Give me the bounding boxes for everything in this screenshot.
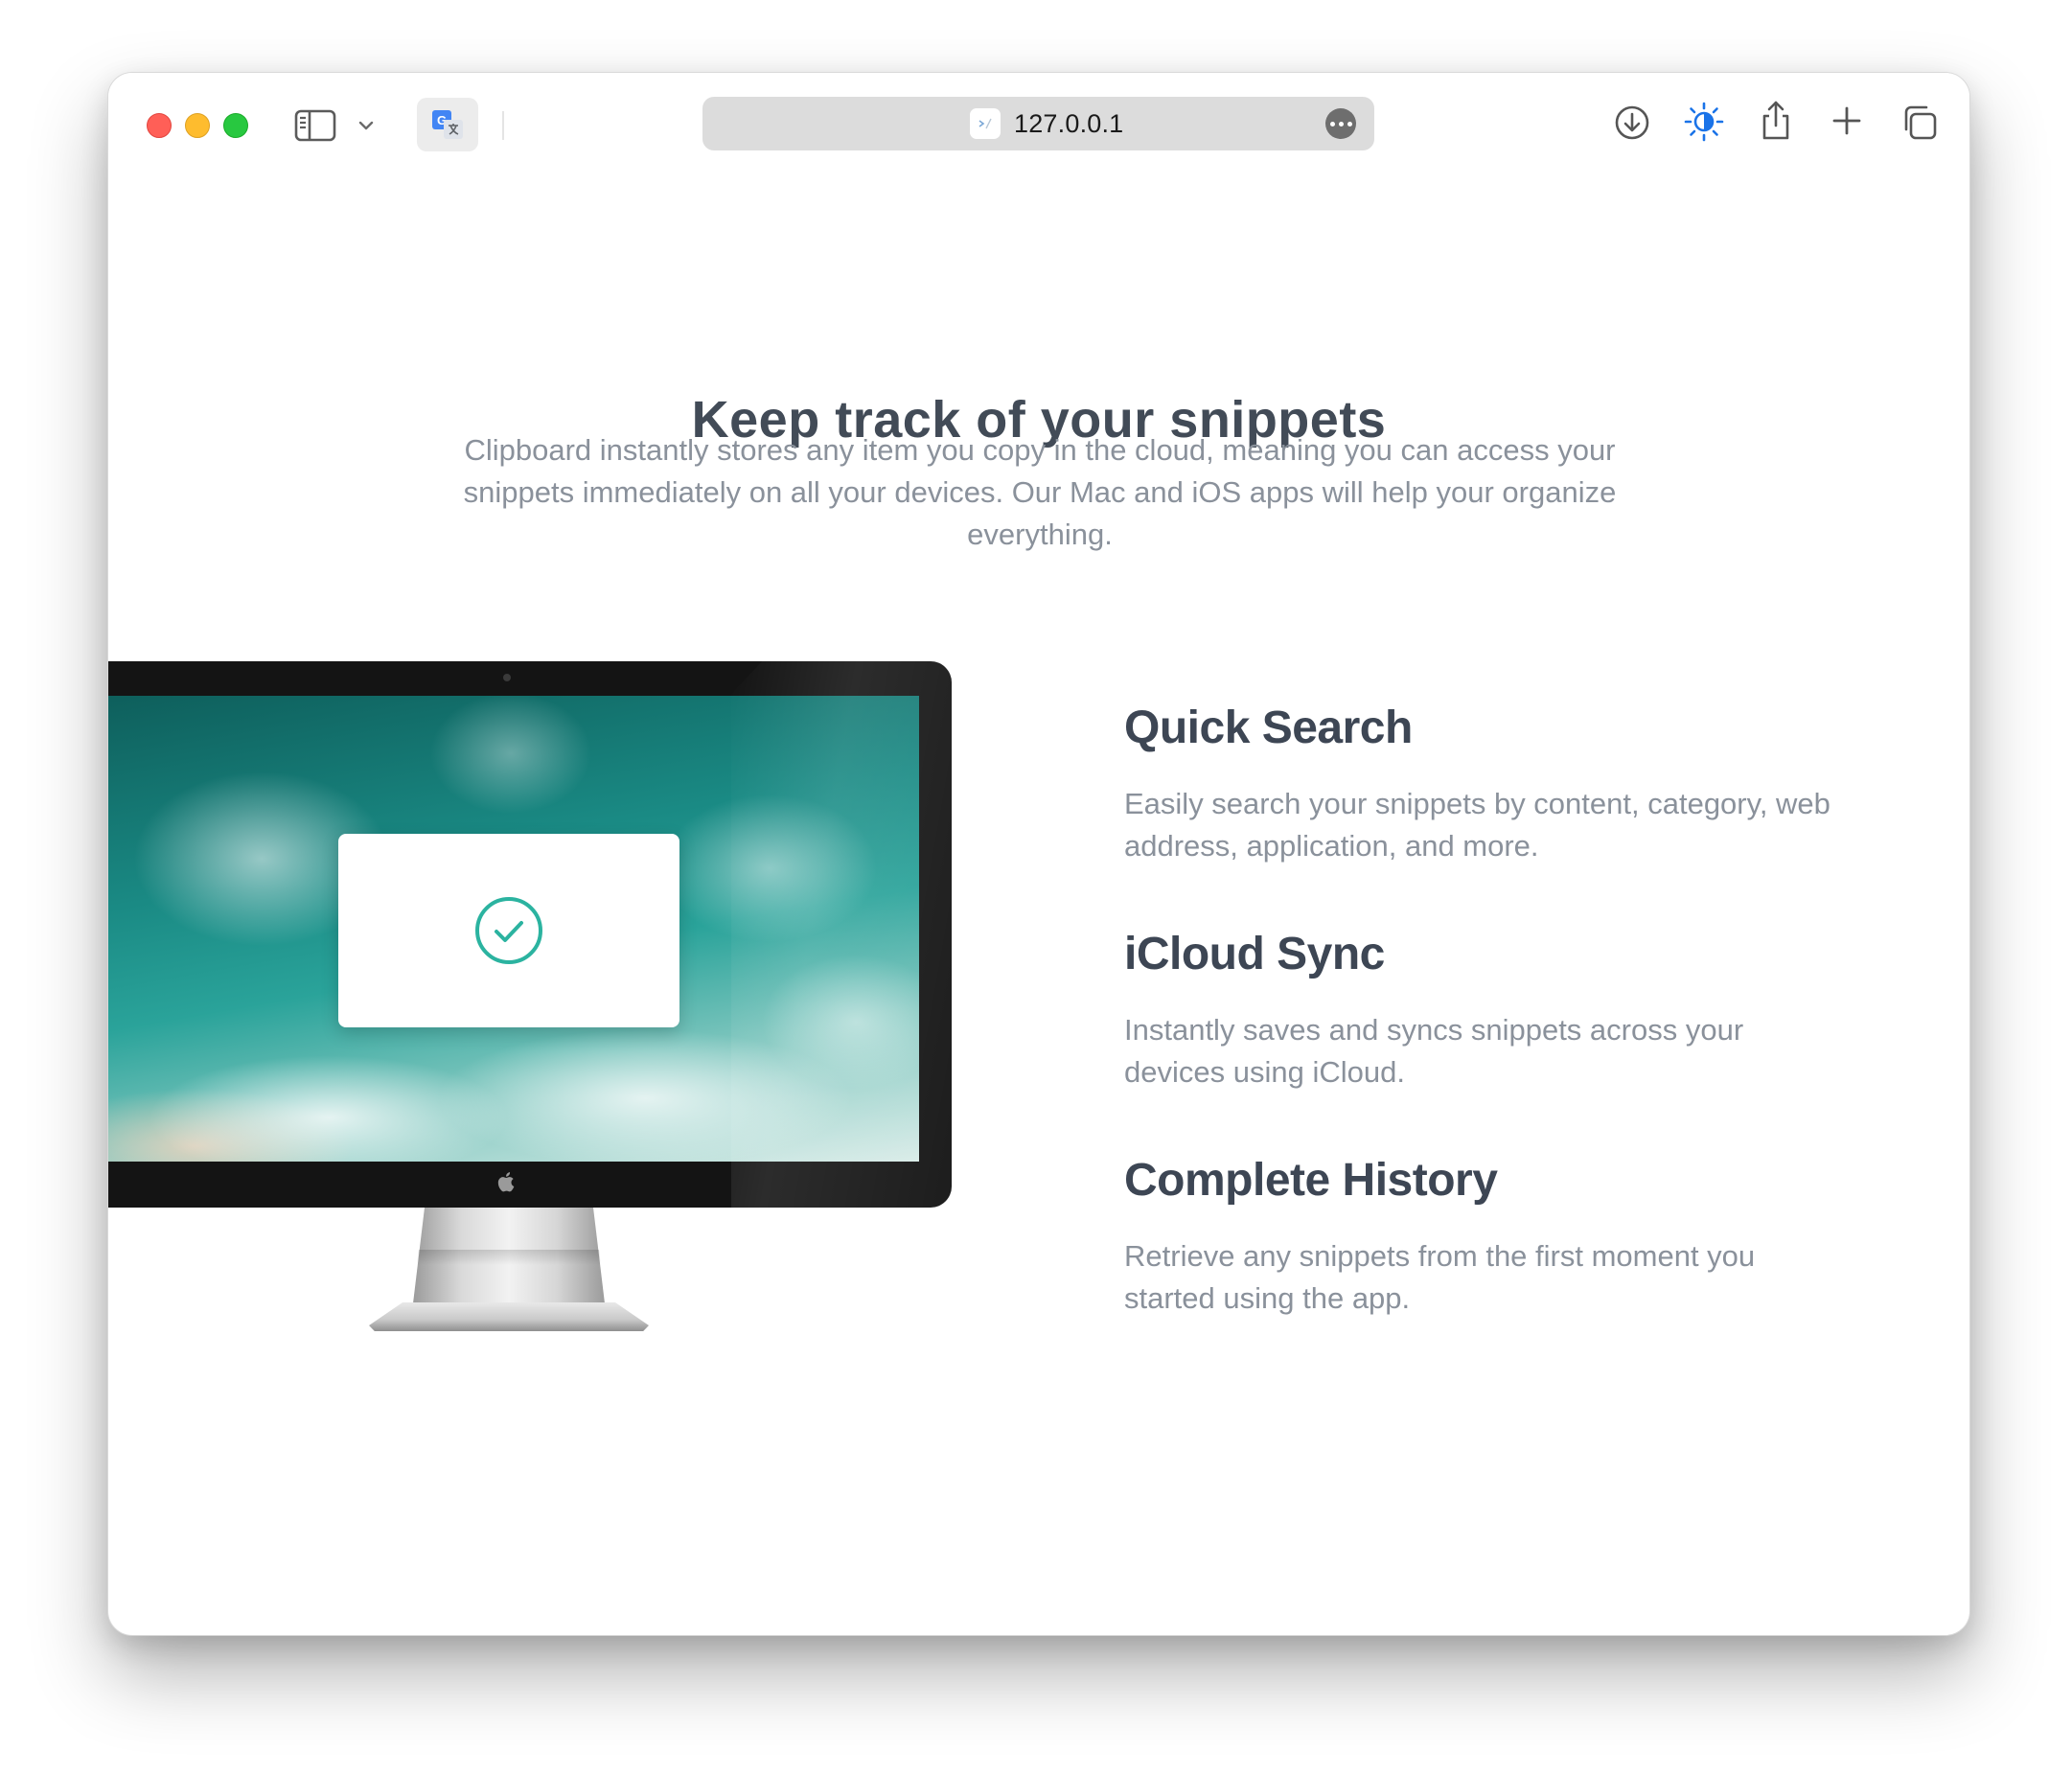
feature-description: Retrieve any snippets from the first mom…	[1124, 1239, 1756, 1315]
tab-overview-icon[interactable]	[1899, 102, 1941, 144]
maximize-window-button[interactable]	[223, 113, 248, 138]
feature-description: Instantly saves and syncs snippets acros…	[1124, 1013, 1744, 1089]
screen-glare	[731, 661, 952, 1208]
apple-logo-icon	[495, 1169, 518, 1194]
success-dialog	[338, 834, 679, 1027]
feature-icloud-sync: iCloud Sync Instantly saves and syncs sn…	[1124, 928, 1833, 1094]
share-icon[interactable]	[1755, 98, 1797, 144]
url-text: 127.0.0.1	[1014, 109, 1124, 138]
check-circle-icon	[475, 897, 542, 964]
appearance-icon[interactable]	[1681, 99, 1727, 145]
feature-description: Easily search your snippets by content, …	[1124, 787, 1830, 863]
minimize-window-button[interactable]	[185, 113, 210, 138]
webcam-dot	[503, 674, 511, 681]
feature-complete-history: Complete History Retrieve any snippets f…	[1124, 1154, 1833, 1320]
new-tab-icon[interactable]	[1828, 102, 1866, 140]
more-options-icon[interactable]	[1325, 108, 1356, 139]
sidebar-toggle-icon[interactable]	[293, 106, 337, 145]
feature-title: iCloud Sync	[1124, 929, 1385, 979]
monitor-base	[369, 1302, 649, 1331]
close-window-button[interactable]	[147, 113, 172, 138]
feature-title: Complete History	[1124, 1155, 1498, 1206]
download-icon[interactable]	[1611, 102, 1653, 144]
chevron-down-icon[interactable]	[354, 113, 379, 138]
address-bar[interactable]: 127.0.0.1	[702, 97, 1374, 150]
translate-extension-icon[interactable]: G	[417, 98, 478, 151]
browser-toolbar: G 127.0.0.1	[108, 73, 1969, 171]
site-favicon-icon	[970, 108, 1001, 139]
feature-quick-search: Quick Search Easily search your snippets…	[1124, 702, 1833, 867]
feature-title: Quick Search	[1124, 702, 1413, 753]
imac-illustration	[108, 661, 952, 1208]
monitor-stand-shade	[417, 1250, 601, 1265]
browser-window: G 127.0.0.1 Keep track of your snippets …	[107, 72, 1970, 1636]
toolbar-separator	[502, 111, 504, 140]
page-subtitle: Clipboard instantly stores any item you …	[463, 433, 1617, 551]
page-content: Keep track of your snippets Clipboard in…	[108, 171, 1969, 1635]
